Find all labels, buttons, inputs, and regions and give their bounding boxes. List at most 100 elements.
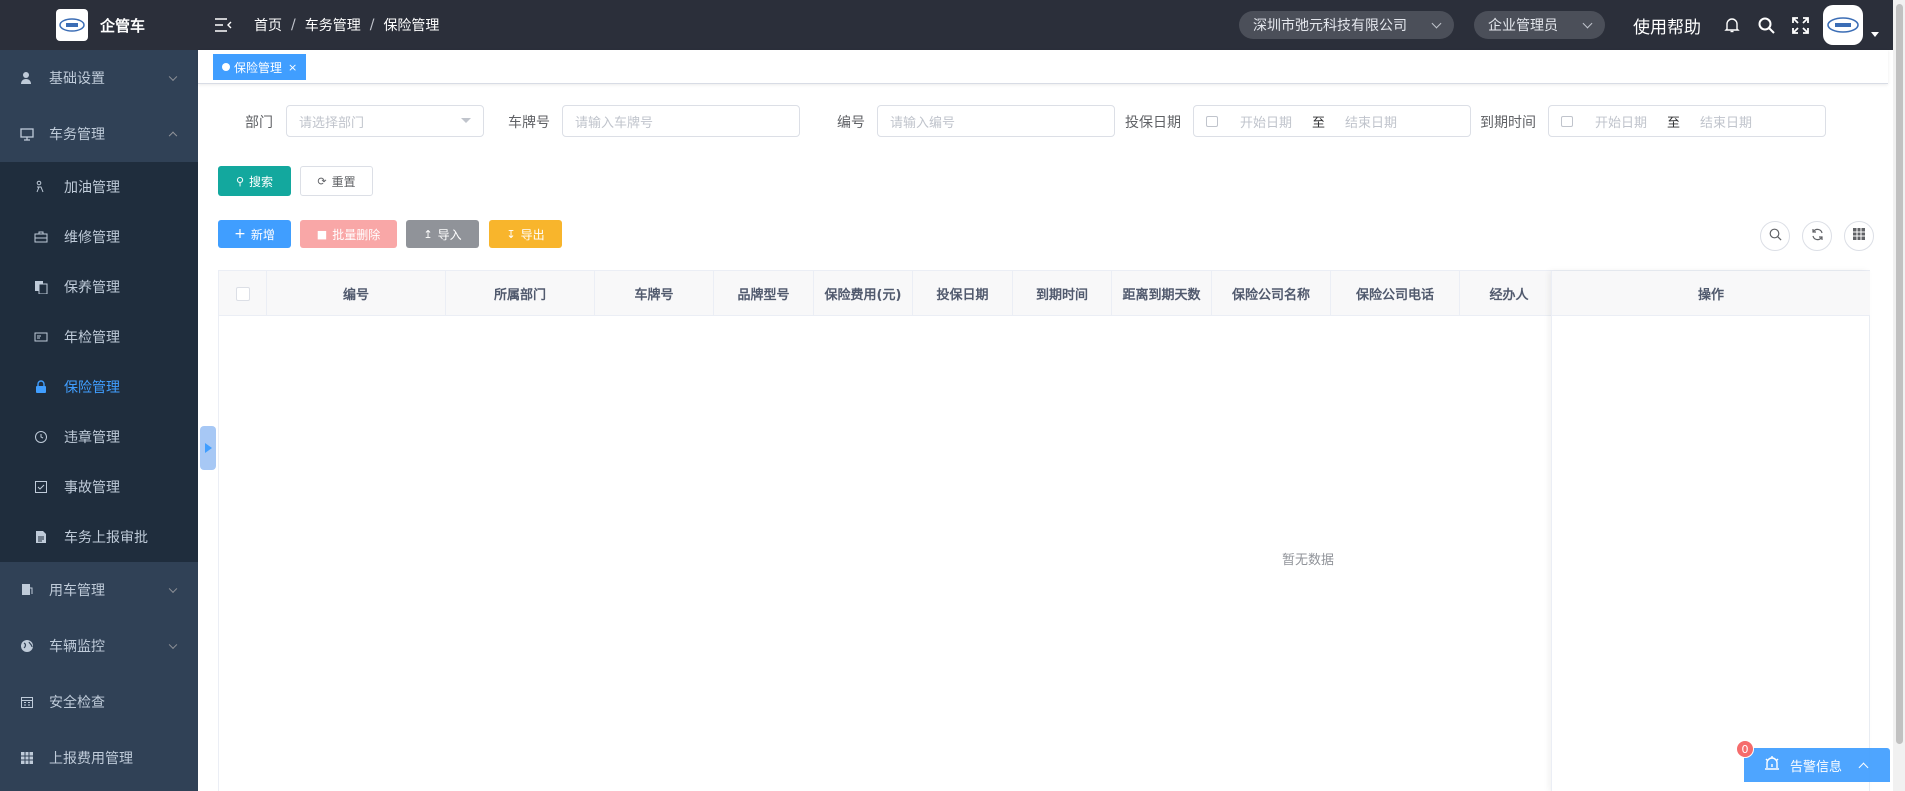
- import-button[interactable]: ↥ 导入: [406, 220, 479, 248]
- code-label: 编号: [837, 115, 865, 131]
- sidebar-item-violation[interactable]: 违章管理: [0, 412, 198, 462]
- bell-icon[interactable]: [1723, 16, 1741, 34]
- alarm-icon: [1764, 755, 1780, 775]
- sidebar-item-fee-report[interactable]: 上报费用管理: [0, 730, 198, 786]
- expire-date-end[interactable]: 结束日期: [1700, 112, 1752, 131]
- column-header[interactable]: 编号: [267, 271, 446, 316]
- code-placeholder: 请输入编号: [890, 115, 956, 131]
- sidebar-item-vehicle-affairs[interactable]: 车务管理: [0, 106, 198, 162]
- page-scrollbar[interactable]: [1893, 0, 1905, 791]
- navbar-right: 深圳市弛元科技有限公司 企业管理员 使用帮助: [1239, 0, 1905, 50]
- sidebar-item-car-usage[interactable]: 用车管理: [0, 562, 198, 618]
- breadcrumb-vehicle-affairs[interactable]: 车务管理: [305, 15, 361, 35]
- empty-table-text: 暂无数据: [1282, 553, 1335, 568]
- expire-date-range[interactable]: 开始日期 至 结束日期: [1548, 105, 1826, 137]
- batch-delete-button-label: 批量删除: [332, 227, 381, 242]
- app-name: 企管车: [100, 16, 146, 35]
- refresh-button[interactable]: [1802, 221, 1832, 251]
- column-header[interactable]: 品牌型号: [714, 271, 814, 316]
- column-header[interactable]: 保险公司电话: [1331, 271, 1460, 316]
- column-header[interactable]: 到期时间: [1013, 271, 1112, 316]
- sidebar-item-label: 车辆监控: [49, 639, 105, 655]
- column-header[interactable]: 投保日期: [913, 271, 1013, 316]
- export-button-label: 导出: [520, 227, 545, 242]
- alarm-count-badge: 0: [1736, 740, 1754, 758]
- batch-delete-button[interactable]: ■ 批量删除: [300, 220, 397, 248]
- calendar-icon: [20, 695, 34, 709]
- select-all-checkbox[interactable]: [235, 286, 250, 301]
- plate-placeholder: 请输入车牌号: [575, 115, 654, 131]
- sidebar-item-accident[interactable]: 事故管理: [0, 462, 198, 512]
- logo-icon: [56, 9, 88, 41]
- calendar-icon: [1206, 115, 1218, 127]
- hamburger-icon[interactable]: [214, 18, 232, 32]
- role-select[interactable]: 企业管理员: [1474, 11, 1605, 39]
- sidebar-item-label: 维修管理: [64, 230, 120, 246]
- breadcrumb: 首页 / 车务管理 / 保险管理: [254, 15, 439, 35]
- close-icon[interactable]: ×: [288, 61, 297, 74]
- sidebar-collapse-handle[interactable]: [200, 426, 216, 470]
- toggle-search-button[interactable]: [1760, 221, 1790, 251]
- sidebar-item-annual-inspection[interactable]: 年检管理: [0, 312, 198, 362]
- sidebar: 企管车 基础设置 车务管理 加油管理 维修管理 保养管理 年检管理 保险管理 违…: [0, 0, 198, 791]
- download-icon: ↧: [506, 227, 516, 241]
- code-input[interactable]: 请输入编号: [877, 105, 1115, 137]
- column-header[interactable]: 经办人: [1460, 271, 1559, 316]
- alarm-panel-toggle[interactable]: 告警信息: [1744, 748, 1890, 782]
- plate-input[interactable]: 请输入车牌号: [562, 105, 800, 137]
- add-button[interactable]: + 新增: [218, 220, 291, 248]
- monitor-icon: [20, 127, 34, 141]
- sidebar-item-safety-check[interactable]: 安全检查: [0, 674, 198, 730]
- column-header[interactable]: 车牌号: [595, 271, 714, 316]
- export-button[interactable]: ↧ 导出: [489, 220, 562, 248]
- sidebar-item-repair[interactable]: 维修管理: [0, 212, 198, 262]
- help-link[interactable]: 使用帮助: [1633, 13, 1701, 38]
- caret-down-icon[interactable]: [1871, 31, 1879, 37]
- sidebar-item-label: 加油管理: [64, 180, 120, 196]
- insure-date-range[interactable]: 开始日期 至 结束日期: [1193, 105, 1471, 137]
- search-icon[interactable]: [1757, 16, 1775, 34]
- refresh-icon: ⟳: [317, 174, 327, 188]
- department-select[interactable]: 请选择部门: [286, 105, 484, 137]
- user-settings-icon: [20, 71, 34, 85]
- expire-date-label: 到期时间: [1480, 115, 1536, 131]
- sidebar-item-vehicle-monitor[interactable]: 车辆监控: [0, 618, 198, 674]
- import-button-label: 导入: [437, 227, 462, 242]
- plus-icon: +: [234, 226, 246, 242]
- insure-date-end[interactable]: 结束日期: [1345, 112, 1397, 131]
- upload-icon: ↥: [423, 227, 433, 241]
- search-button[interactable]: ⚲ 搜索: [218, 166, 291, 196]
- insure-date-start[interactable]: 开始日期: [1240, 112, 1292, 131]
- refresh-icon: [1811, 228, 1824, 245]
- column-header[interactable]: 所属部门: [446, 271, 595, 316]
- reset-button[interactable]: ⟳ 重置: [300, 166, 373, 196]
- avatar[interactable]: [1823, 5, 1863, 45]
- sidebar-item-basic-settings[interactable]: 基础设置: [0, 50, 198, 106]
- expire-date-start[interactable]: 开始日期: [1595, 112, 1647, 131]
- search-button-label: 搜索: [249, 174, 274, 189]
- column-header[interactable]: 距离到期天数: [1112, 271, 1212, 316]
- insure-date-label: 投保日期: [1125, 115, 1181, 131]
- submenu-vehicle-affairs: 加油管理 维修管理 保养管理 年检管理 保险管理 违章管理 事故管理 车务上报审…: [0, 162, 198, 562]
- sidebar-item-report-approval[interactable]: 车务上报审批: [0, 512, 198, 562]
- fuel-icon: [34, 180, 48, 194]
- tag-insurance[interactable]: 保险管理 ×: [213, 54, 307, 80]
- navbar: 首页 / 车务管理 / 保险管理 深圳市弛元科技有限公司 企业管理员 使用帮助: [198, 0, 1905, 50]
- scrollbar-thumb[interactable]: [1896, 4, 1903, 744]
- data-table: 编号 所属部门 车牌号 品牌型号 保险费用(元) 投保日期 到期时间 距离到期天…: [218, 270, 1870, 791]
- tags-view: 保险管理 ×: [198, 50, 1888, 84]
- fullscreen-icon[interactable]: [1791, 16, 1809, 34]
- logo[interactable]: 企管车: [0, 0, 198, 50]
- active-dot-icon: [222, 63, 230, 71]
- sidebar-item-maintenance[interactable]: 保养管理: [0, 262, 198, 312]
- breadcrumb-home[interactable]: 首页: [254, 15, 282, 35]
- company-select[interactable]: 深圳市弛元科技有限公司: [1239, 11, 1454, 39]
- column-header[interactable]: 保险费用(元): [814, 271, 913, 316]
- fixed-actions-column: 操作: [1551, 271, 1870, 791]
- copy-icon: [34, 280, 48, 294]
- column-header[interactable]: 保险公司名称: [1212, 271, 1331, 316]
- sidebar-item-insurance[interactable]: 保险管理: [0, 362, 198, 412]
- chevron-down-icon: [1582, 18, 1593, 28]
- columns-button[interactable]: [1844, 221, 1874, 251]
- sidebar-item-fuel[interactable]: 加油管理: [0, 162, 198, 212]
